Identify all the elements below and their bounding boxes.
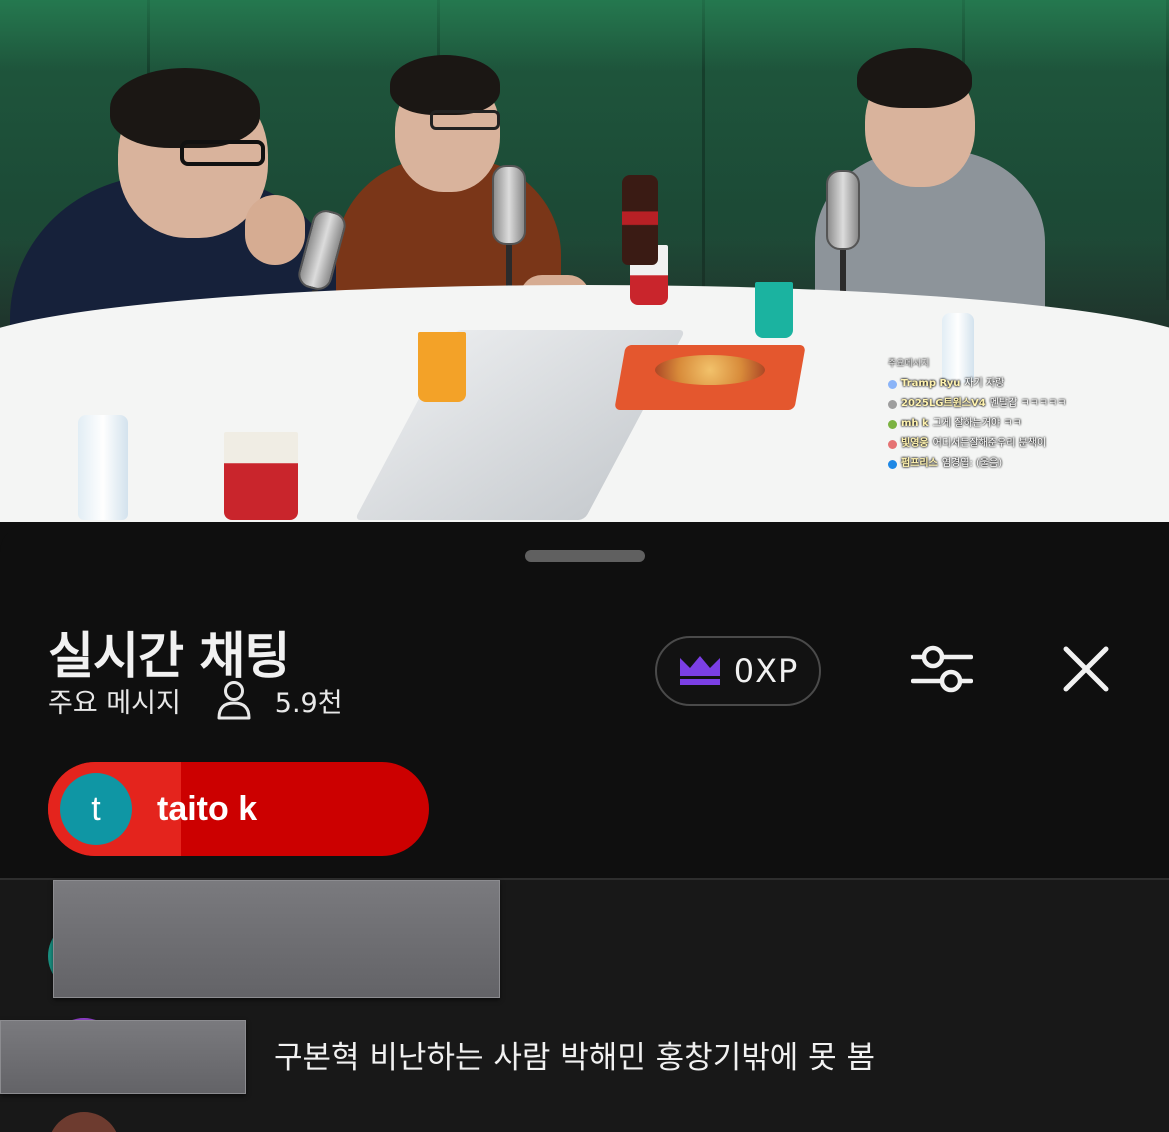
water-bottle [78,415,128,520]
drag-handle[interactable] [525,550,645,562]
chat-settings-button[interactable] [907,636,977,706]
redacted-message [53,880,500,998]
overlay-chat-line: 빛영웅 어디서든잘해준우리 분책이 [888,434,1088,454]
chat-subtitle-row: 주요 메시지 5.9천 [48,680,343,720]
avatar [48,1112,120,1132]
chat-message-list[interactable]: 구본혁 비난하는 사람 박해민 홍창기밖에 못 봄 [0,880,1169,1132]
redacted-author [0,1020,246,1094]
close-button[interactable] [1051,636,1121,706]
user-badge-icon [888,459,897,469]
pinned-user-name: taito k [157,789,258,828]
user-badge-icon [888,379,897,389]
soda-bottle [622,175,658,265]
close-icon [1063,646,1109,696]
overlay-chat-header: 주요메시지 [888,359,930,369]
crown-icon [678,652,722,690]
teal-cup [755,282,793,338]
chat-mode-label[interactable]: 주요 메시지 [48,681,181,720]
red-white-cup [224,432,298,520]
xp-label: 0XP [733,652,799,690]
xp-button[interactable]: 0XP [655,636,821,706]
pinned-supporter-chip[interactable]: t taito k [48,762,429,856]
person-icon [215,680,253,720]
overlay-chat-line: Tramp Ryu 자기 자랑 [888,374,1088,394]
overlay-chat-line: 2025LG트윈스V4 멘탈갑 ㅋㅋㅋㅋㅋ [888,394,1088,414]
overlay-chat-line: 펌프리스 염경엽: (울음) [888,454,1088,474]
chat-title: 실시간 채팅 [48,627,290,685]
avatar: t [60,773,132,845]
live-chat-sheet: 실시간 채팅 주요 메시지 5.9천 0XP t taito k 구본혁 비난하… [0,524,1169,1132]
user-badge-icon [888,439,897,449]
viewer-count: 5.9천 [274,687,343,719]
video-overlay-chat: 주요메시지 Tramp Ryu 자기 자랑 2025LG트윈스V4 멘탈갑 ㅋㅋ… [888,354,1088,474]
user-badge-icon [888,399,897,409]
orange-cup [418,332,466,402]
chat-message-text: 구본혁 비난하는 사람 박해민 홍창기밖에 못 봄 [274,1040,876,1076]
user-badge-icon [888,419,897,429]
sliders-icon [910,642,974,700]
video-player[interactable]: 주요메시지 Tramp Ryu 자기 자랑 2025LG트윈스V4 멘탈갑 ㅋㅋ… [0,0,1169,522]
overlay-chat-line: mh k 그게 잘하는거야 ㅋㅋ [888,414,1088,434]
